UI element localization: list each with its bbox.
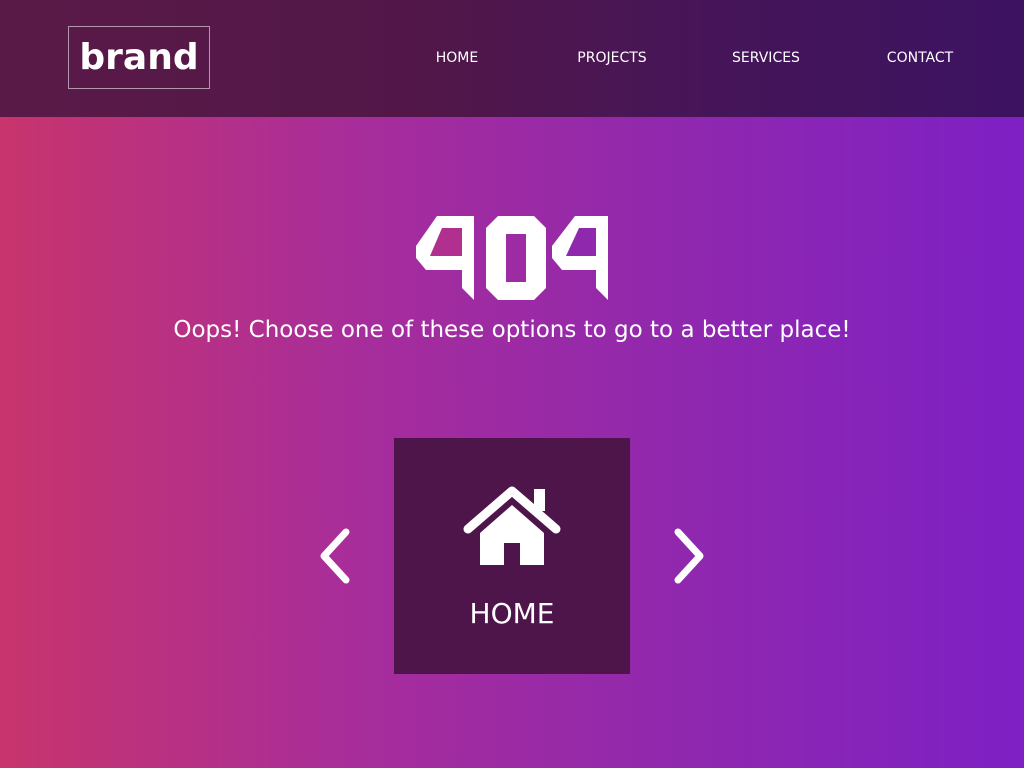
nav-services[interactable]: SERVICES	[732, 47, 800, 69]
nav-contact[interactable]: CONTACT	[887, 47, 953, 69]
error-code-404: 404	[416, 216, 608, 300]
main-nav: HOME PROJECTS SERVICES CONTACT	[0, 47, 1024, 69]
chevron-left-icon[interactable]	[314, 524, 354, 588]
home-icon	[463, 486, 561, 565]
nav-home[interactable]: HOME	[436, 47, 478, 69]
chevron-right-icon[interactable]	[670, 524, 710, 588]
nav-projects[interactable]: PROJECTS	[577, 47, 646, 69]
navbar: brand HOME PROJECTS SERVICES CONTACT	[0, 0, 1024, 117]
error-message: Oops! Choose one of these options to go …	[173, 317, 851, 343]
page: brand HOME PROJECTS SERVICES CONTACT 404…	[0, 0, 1024, 768]
option-card-label: HOME	[469, 597, 555, 630]
